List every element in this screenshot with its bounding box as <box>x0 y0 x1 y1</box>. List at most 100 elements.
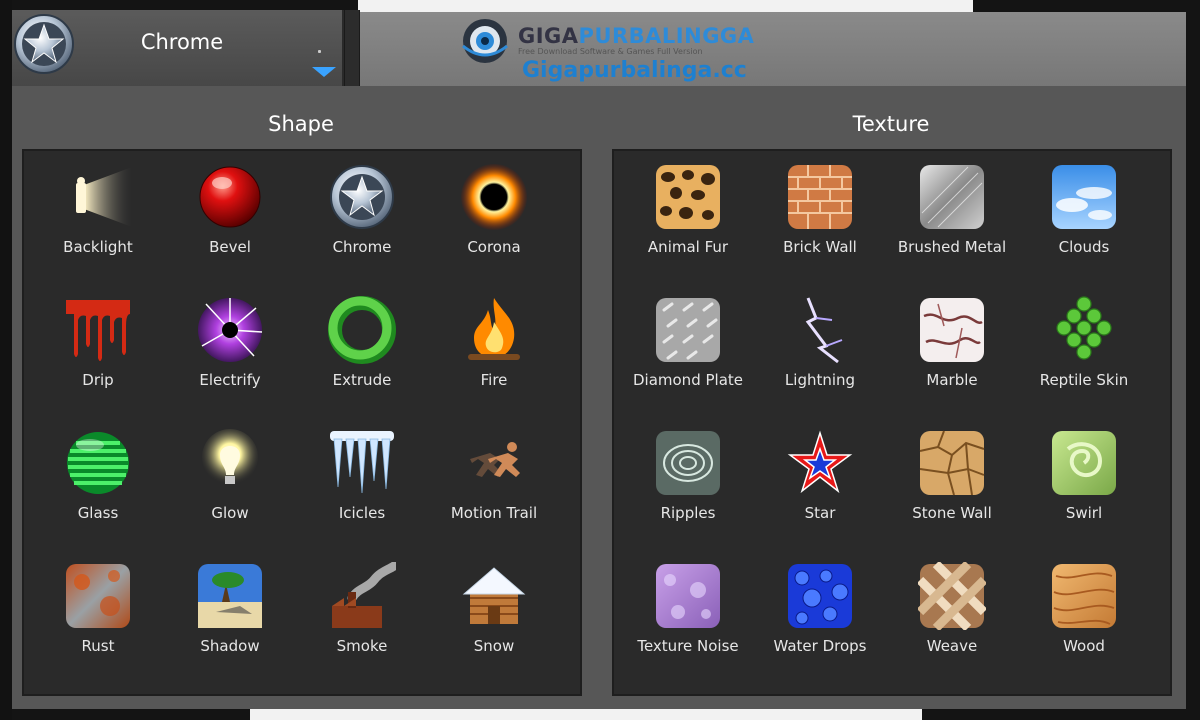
texture-tile-ripples[interactable]: Ripples <box>622 423 754 543</box>
shape-tile-bevel[interactable]: Bevel <box>164 157 296 277</box>
tile-label: Motion Trail <box>450 504 538 522</box>
frame-bottom-strip <box>250 709 922 720</box>
shape-tile-glow[interactable]: Glow <box>164 423 296 543</box>
tile-label: Bevel <box>209 238 251 256</box>
tile-label: Texture Noise <box>637 637 739 655</box>
shape-tile-fire[interactable]: Fire <box>428 290 560 410</box>
texture-tile-stone-wall[interactable]: Stone Wall <box>886 423 1018 543</box>
texture-noise-icon <box>656 564 720 628</box>
texture-panel: Animal Fur Brick Wall Brushed Metal Clou… <box>612 149 1172 696</box>
watermark-site: Gigapurbalinga.cc <box>522 58 747 83</box>
shape-tile-smoke[interactable]: Smoke <box>296 556 428 676</box>
tile-label: Lightning <box>784 371 856 389</box>
brand-part-2: PURBALINGGA <box>578 24 755 48</box>
icicles-icon <box>330 431 394 494</box>
watermark-brand: GIGAPURBALINGGA <box>518 24 754 48</box>
tile-label: Corona <box>467 238 521 256</box>
tile-label: Ripples <box>660 504 716 522</box>
bevel-icon <box>199 166 261 228</box>
shape-tile-drip[interactable]: Drip <box>32 290 164 410</box>
shape-tile-backlight[interactable]: Backlight <box>32 157 164 277</box>
texture-section-title: Texture <box>852 112 930 136</box>
header-divider <box>344 10 360 86</box>
chrome-icon <box>330 165 394 229</box>
glow-icon <box>202 429 258 485</box>
shape-tile-electrify[interactable]: Electrify <box>164 290 296 410</box>
diamond-plate-icon <box>656 298 720 362</box>
tile-label: Rust <box>81 637 115 655</box>
tile-label: Star <box>804 504 836 522</box>
texture-tile-wood[interactable]: Wood <box>1018 556 1150 676</box>
clouds-icon <box>1052 165 1116 229</box>
texture-tile-water-drops[interactable]: Water Drops <box>754 556 886 676</box>
brand-part-1: GIGA <box>518 24 579 48</box>
tile-label: Chrome <box>332 238 392 256</box>
tile-label: Fire <box>480 371 508 389</box>
backlight-icon <box>76 167 132 227</box>
texture-tile-lightning[interactable]: Lightning <box>754 290 886 410</box>
animal-fur-icon <box>656 165 720 229</box>
tile-label: Stone Wall <box>912 504 992 522</box>
shape-tile-extrude[interactable]: Extrude <box>296 290 428 410</box>
corona-icon <box>461 164 527 230</box>
tile-label: Shadow <box>200 637 260 655</box>
tile-label: Backlight <box>63 238 133 256</box>
shape-tile-snow[interactable]: Snow <box>428 556 560 676</box>
tile-label: Snow <box>473 637 515 655</box>
shape-tile-glass[interactable]: Glass <box>32 423 164 543</box>
tile-label: Extrude <box>332 371 392 389</box>
glass-icon <box>67 432 129 494</box>
reptile-skin-icon <box>1056 296 1112 360</box>
tile-label: Icicles <box>338 504 386 522</box>
eye-logo-icon <box>462 19 508 63</box>
texture-tile-star[interactable]: Star <box>754 423 886 543</box>
shape-section-title: Shape <box>268 112 334 136</box>
tile-label: Brushed Metal <box>897 238 1007 256</box>
tile-label: Water Drops <box>773 637 867 655</box>
tile-label: Brick Wall <box>783 238 857 256</box>
tile-label: Glow <box>211 504 249 522</box>
watermark-tagline: Free Download Software & Games Full Vers… <box>518 47 703 56</box>
texture-tile-reptile-skin[interactable]: Reptile Skin <box>1018 290 1150 410</box>
texture-tile-swirl[interactable]: Swirl <box>1018 423 1150 543</box>
dropdown-dot <box>318 50 321 53</box>
tile-label: Wood <box>1063 637 1105 655</box>
header-preview-area: GIGAPURBALINGGA Free Download Software &… <box>360 12 1186 86</box>
texture-tile-weave[interactable]: Weave <box>886 556 1018 676</box>
motion-trail-icon <box>470 442 520 477</box>
lightning-icon <box>805 297 843 364</box>
texture-tile-texture-noise[interactable]: Texture Noise <box>622 556 754 676</box>
texture-tile-brushed-metal[interactable]: Brushed Metal <box>886 157 1018 277</box>
shape-tile-icicles[interactable]: Icicles <box>296 423 428 543</box>
tile-label: Smoke <box>336 637 388 655</box>
shape-tile-shadow[interactable]: Shadow <box>164 556 296 676</box>
tile-label: Animal Fur <box>647 238 729 256</box>
shape-tile-chrome[interactable]: Chrome <box>296 157 428 277</box>
shape-tile-rust[interactable]: Rust <box>32 556 164 676</box>
tile-label: Swirl <box>1065 504 1103 522</box>
frame-top-strip <box>358 0 973 12</box>
drip-icon <box>66 300 130 361</box>
chevron-down-icon[interactable] <box>312 67 336 77</box>
brick-wall-icon <box>788 165 852 229</box>
electrify-icon <box>198 298 263 362</box>
texture-tile-clouds[interactable]: Clouds <box>1018 157 1150 277</box>
effect-selector[interactable]: Chrome <box>12 10 344 86</box>
texture-tile-animal-fur[interactable]: Animal Fur <box>622 157 754 277</box>
texture-tile-marble[interactable]: Marble <box>886 290 1018 410</box>
tile-label: Clouds <box>1058 238 1110 256</box>
tile-label: Diamond Plate <box>632 371 743 389</box>
star-icon <box>787 430 853 494</box>
swirl-icon <box>1052 431 1116 495</box>
shape-tile-corona[interactable]: Corona <box>428 157 560 277</box>
snow-icon <box>462 567 526 624</box>
water-drops-icon <box>788 564 852 628</box>
texture-tile-diamond-plate[interactable]: Diamond Plate <box>622 290 754 410</box>
stone-wall-icon <box>919 430 985 496</box>
shape-tile-motion-trail[interactable]: Motion Trail <box>428 423 560 543</box>
tile-label: Weave <box>926 637 978 655</box>
texture-tile-brick-wall[interactable]: Brick Wall <box>754 157 886 277</box>
brushed-metal-icon <box>920 165 984 229</box>
rust-icon <box>66 564 130 628</box>
tile-label: Marble <box>926 371 978 389</box>
